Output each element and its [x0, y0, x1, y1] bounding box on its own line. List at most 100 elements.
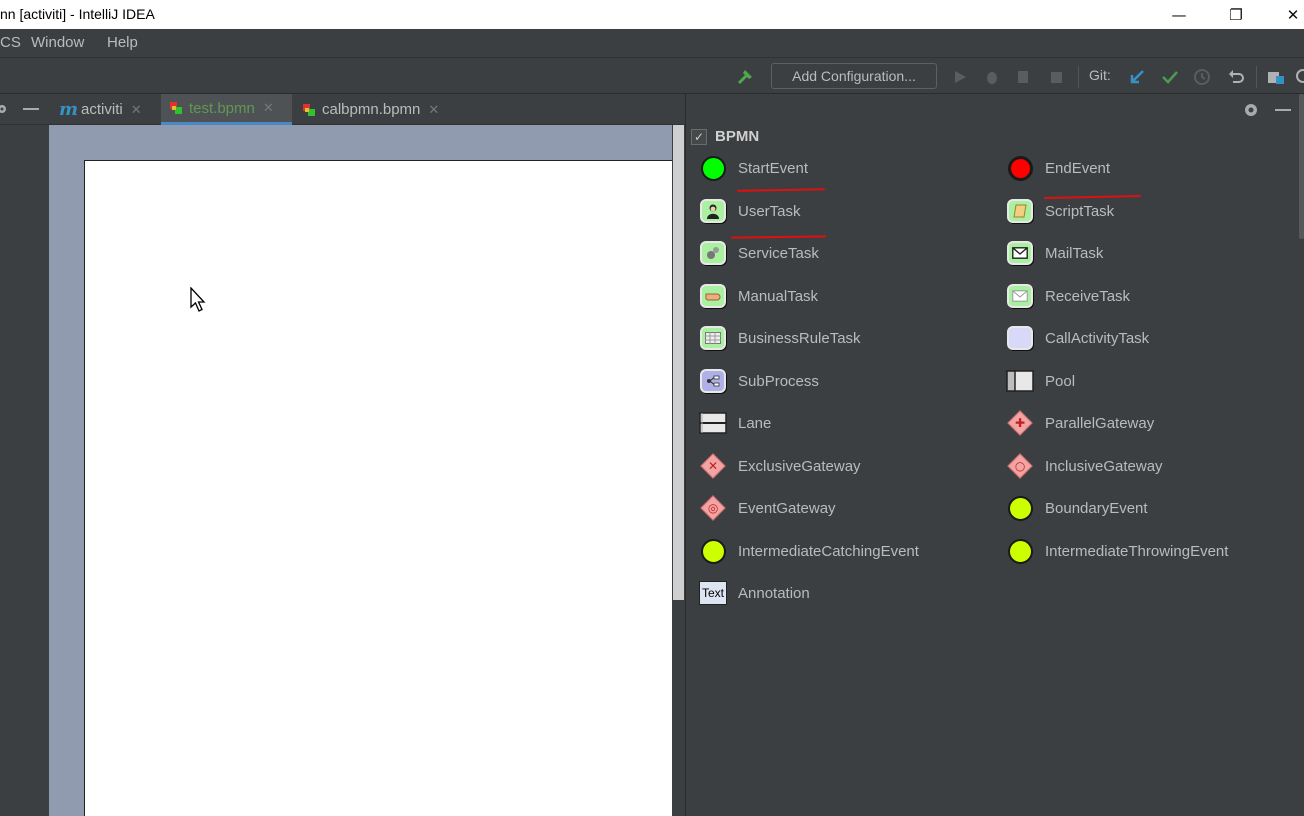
- scrollbar-thumb[interactable]: [673, 125, 684, 600]
- toolbar-separator: [1078, 66, 1079, 88]
- window-title-bar: nn [activiti] - IntelliJ IDEA — ❐ ✕: [0, 0, 1304, 29]
- stop-icon[interactable]: [1046, 67, 1066, 87]
- intermediate-catching-event-icon: [699, 537, 727, 565]
- project-structure-icon[interactable]: [1266, 67, 1286, 87]
- annotation-icon: Text: [699, 579, 727, 607]
- close-icon: ✕: [1286, 5, 1300, 24]
- tab-test-bpmn[interactable]: test.bpmn ✕: [161, 94, 292, 125]
- palette-item-label: IntermediateThrowingEvent: [1045, 542, 1229, 560]
- exclusive-gateway-icon: ✕: [699, 452, 727, 480]
- menu-bar: CS Window Help: [0, 29, 1304, 57]
- menu-vcs[interactable]: CS: [0, 34, 21, 51]
- palette-item-label: CallActivityTask: [1045, 329, 1150, 347]
- project-tool-window-strip: [0, 94, 49, 816]
- call-activity-task-icon: [1006, 324, 1034, 352]
- palette-item-boundary-event[interactable]: BoundaryEvent: [1006, 493, 1148, 523]
- git-update-icon[interactable]: [1127, 67, 1147, 87]
- minimize-icon: —: [1171, 5, 1187, 24]
- intermediate-throwing-event-icon: [1006, 537, 1034, 565]
- palette-item-label: BusinessRuleTask: [738, 329, 861, 347]
- palette-item-intermediate-catching-event[interactable]: IntermediateCatchingEvent: [699, 536, 919, 566]
- minimize-button[interactable]: —: [1156, 0, 1202, 29]
- gear-icon[interactable]: [1241, 100, 1261, 120]
- script-task-icon: [1006, 197, 1034, 225]
- palette-item-lane[interactable]: Lane: [699, 408, 771, 438]
- palette-item-inclusive-gateway[interactable]: ○ InclusiveGateway: [1006, 451, 1163, 481]
- bpmn-canvas[interactable]: [84, 160, 684, 816]
- window-title: nn [activiti] - IntelliJ IDEA: [0, 6, 155, 22]
- palette-item-label: BoundaryEvent: [1045, 499, 1148, 517]
- mail-task-icon: [1006, 239, 1034, 267]
- git-revert-icon[interactable]: [1226, 67, 1246, 87]
- minimize-icon[interactable]: [1273, 100, 1293, 120]
- palette-item-start-event[interactable]: StartEvent: [699, 153, 808, 183]
- lane-icon: [699, 409, 727, 437]
- tab-label: test.bpmn: [189, 99, 255, 117]
- palette-group-title: BPMN: [715, 128, 760, 145]
- start-event-icon: [699, 154, 727, 182]
- palette-item-label: StartEvent: [738, 159, 809, 177]
- menu-help[interactable]: Help: [107, 34, 138, 51]
- palette-item-label: ParallelGateway: [1045, 414, 1155, 432]
- palette-item-annotation[interactable]: Text Annotation: [699, 578, 810, 608]
- search-icon[interactable]: [1294, 67, 1304, 87]
- palette-scrollbar[interactable]: [1299, 94, 1304, 239]
- restore-button[interactable]: ❐: [1213, 0, 1259, 29]
- editor-scrollbar[interactable]: [672, 125, 685, 816]
- palette-item-receive-task[interactable]: ReceiveTask: [1006, 281, 1130, 311]
- subprocess-icon: [699, 367, 727, 395]
- tab-calbpmn-bpmn[interactable]: calbpmn.bpmn ✕: [302, 94, 439, 125]
- palette-item-label: Annotation: [738, 584, 810, 602]
- git-commit-icon[interactable]: [1160, 67, 1180, 87]
- tab-label: calbpmn.bpmn: [322, 101, 421, 118]
- add-configuration-button[interactable]: Add Configuration...: [771, 63, 937, 89]
- palette-item-subprocess[interactable]: SubProcess: [699, 366, 819, 396]
- event-gateway-icon: ◎: [699, 494, 727, 522]
- palette-item-script-task[interactable]: ScriptTask: [1006, 196, 1114, 226]
- end-event-icon: [1006, 154, 1034, 182]
- git-history-icon[interactable]: [1192, 67, 1212, 87]
- palette-group-header[interactable]: ✓ BPMN: [691, 128, 759, 145]
- restore-icon: ❐: [1229, 5, 1243, 24]
- palette-item-pool[interactable]: Pool: [1006, 366, 1075, 396]
- palette-item-label: EventGateway: [738, 499, 836, 517]
- bpmn-file-icon: [303, 103, 315, 116]
- close-icon[interactable]: ✕: [428, 102, 439, 118]
- palette-item-intermediate-throwing-event[interactable]: IntermediateThrowingEvent: [1006, 536, 1228, 566]
- palette-item-label: InclusiveGateway: [1045, 457, 1163, 475]
- palette-item-label: ScriptTask: [1045, 202, 1115, 220]
- toolbar-separator: [1256, 66, 1257, 88]
- maven-module-icon: m: [59, 99, 79, 120]
- group-checkbox[interactable]: ✓: [691, 128, 707, 145]
- business-rule-task-icon: [699, 324, 727, 352]
- tab-activiti[interactable]: m activiti ✕: [59, 94, 142, 125]
- palette-item-parallel-gateway[interactable]: ✚ ParallelGateway: [1006, 408, 1154, 438]
- close-icon[interactable]: ✕: [131, 102, 142, 118]
- debug-icon[interactable]: [982, 67, 1002, 87]
- close-icon[interactable]: ✕: [263, 100, 274, 116]
- minimize-icon[interactable]: [23, 108, 39, 111]
- main-toolbar: Add Configuration... Git:: [0, 57, 1304, 94]
- hammer-icon[interactable]: [736, 67, 756, 87]
- coverage-icon[interactable]: [1014, 67, 1034, 87]
- palette-item-label: MailTask: [1045, 244, 1104, 262]
- bpmn-editor-area: [49, 125, 684, 816]
- palette-item-event-gateway[interactable]: ◎ EventGateway: [699, 493, 836, 523]
- palette-item-business-rule-task[interactable]: BusinessRuleTask: [699, 323, 861, 353]
- palette-item-exclusive-gateway[interactable]: ✕ ExclusiveGateway: [699, 451, 861, 481]
- palette-item-mail-task[interactable]: MailTask: [1006, 238, 1103, 268]
- bpmn-palette: ✓ BPMN StartEvent UserTask ServiceTask M…: [685, 94, 1304, 816]
- boundary-event-icon: [1006, 494, 1034, 522]
- palette-item-service-task[interactable]: ServiceTask: [699, 238, 819, 268]
- palette-item-end-event[interactable]: EndEvent: [1006, 153, 1110, 183]
- palette-item-manual-task[interactable]: ManualTask: [699, 281, 818, 311]
- palette-item-call-activity-task[interactable]: CallActivityTask: [1006, 323, 1149, 353]
- palette-item-user-task[interactable]: UserTask: [699, 196, 801, 226]
- gear-icon[interactable]: [0, 103, 8, 115]
- palette-item-label: SubProcess: [738, 372, 819, 390]
- close-button[interactable]: ✕: [1270, 0, 1304, 29]
- palette-item-label: Pool: [1045, 372, 1076, 390]
- pool-icon: [1006, 367, 1034, 395]
- menu-window[interactable]: Window: [31, 34, 84, 51]
- run-icon[interactable]: [950, 67, 970, 87]
